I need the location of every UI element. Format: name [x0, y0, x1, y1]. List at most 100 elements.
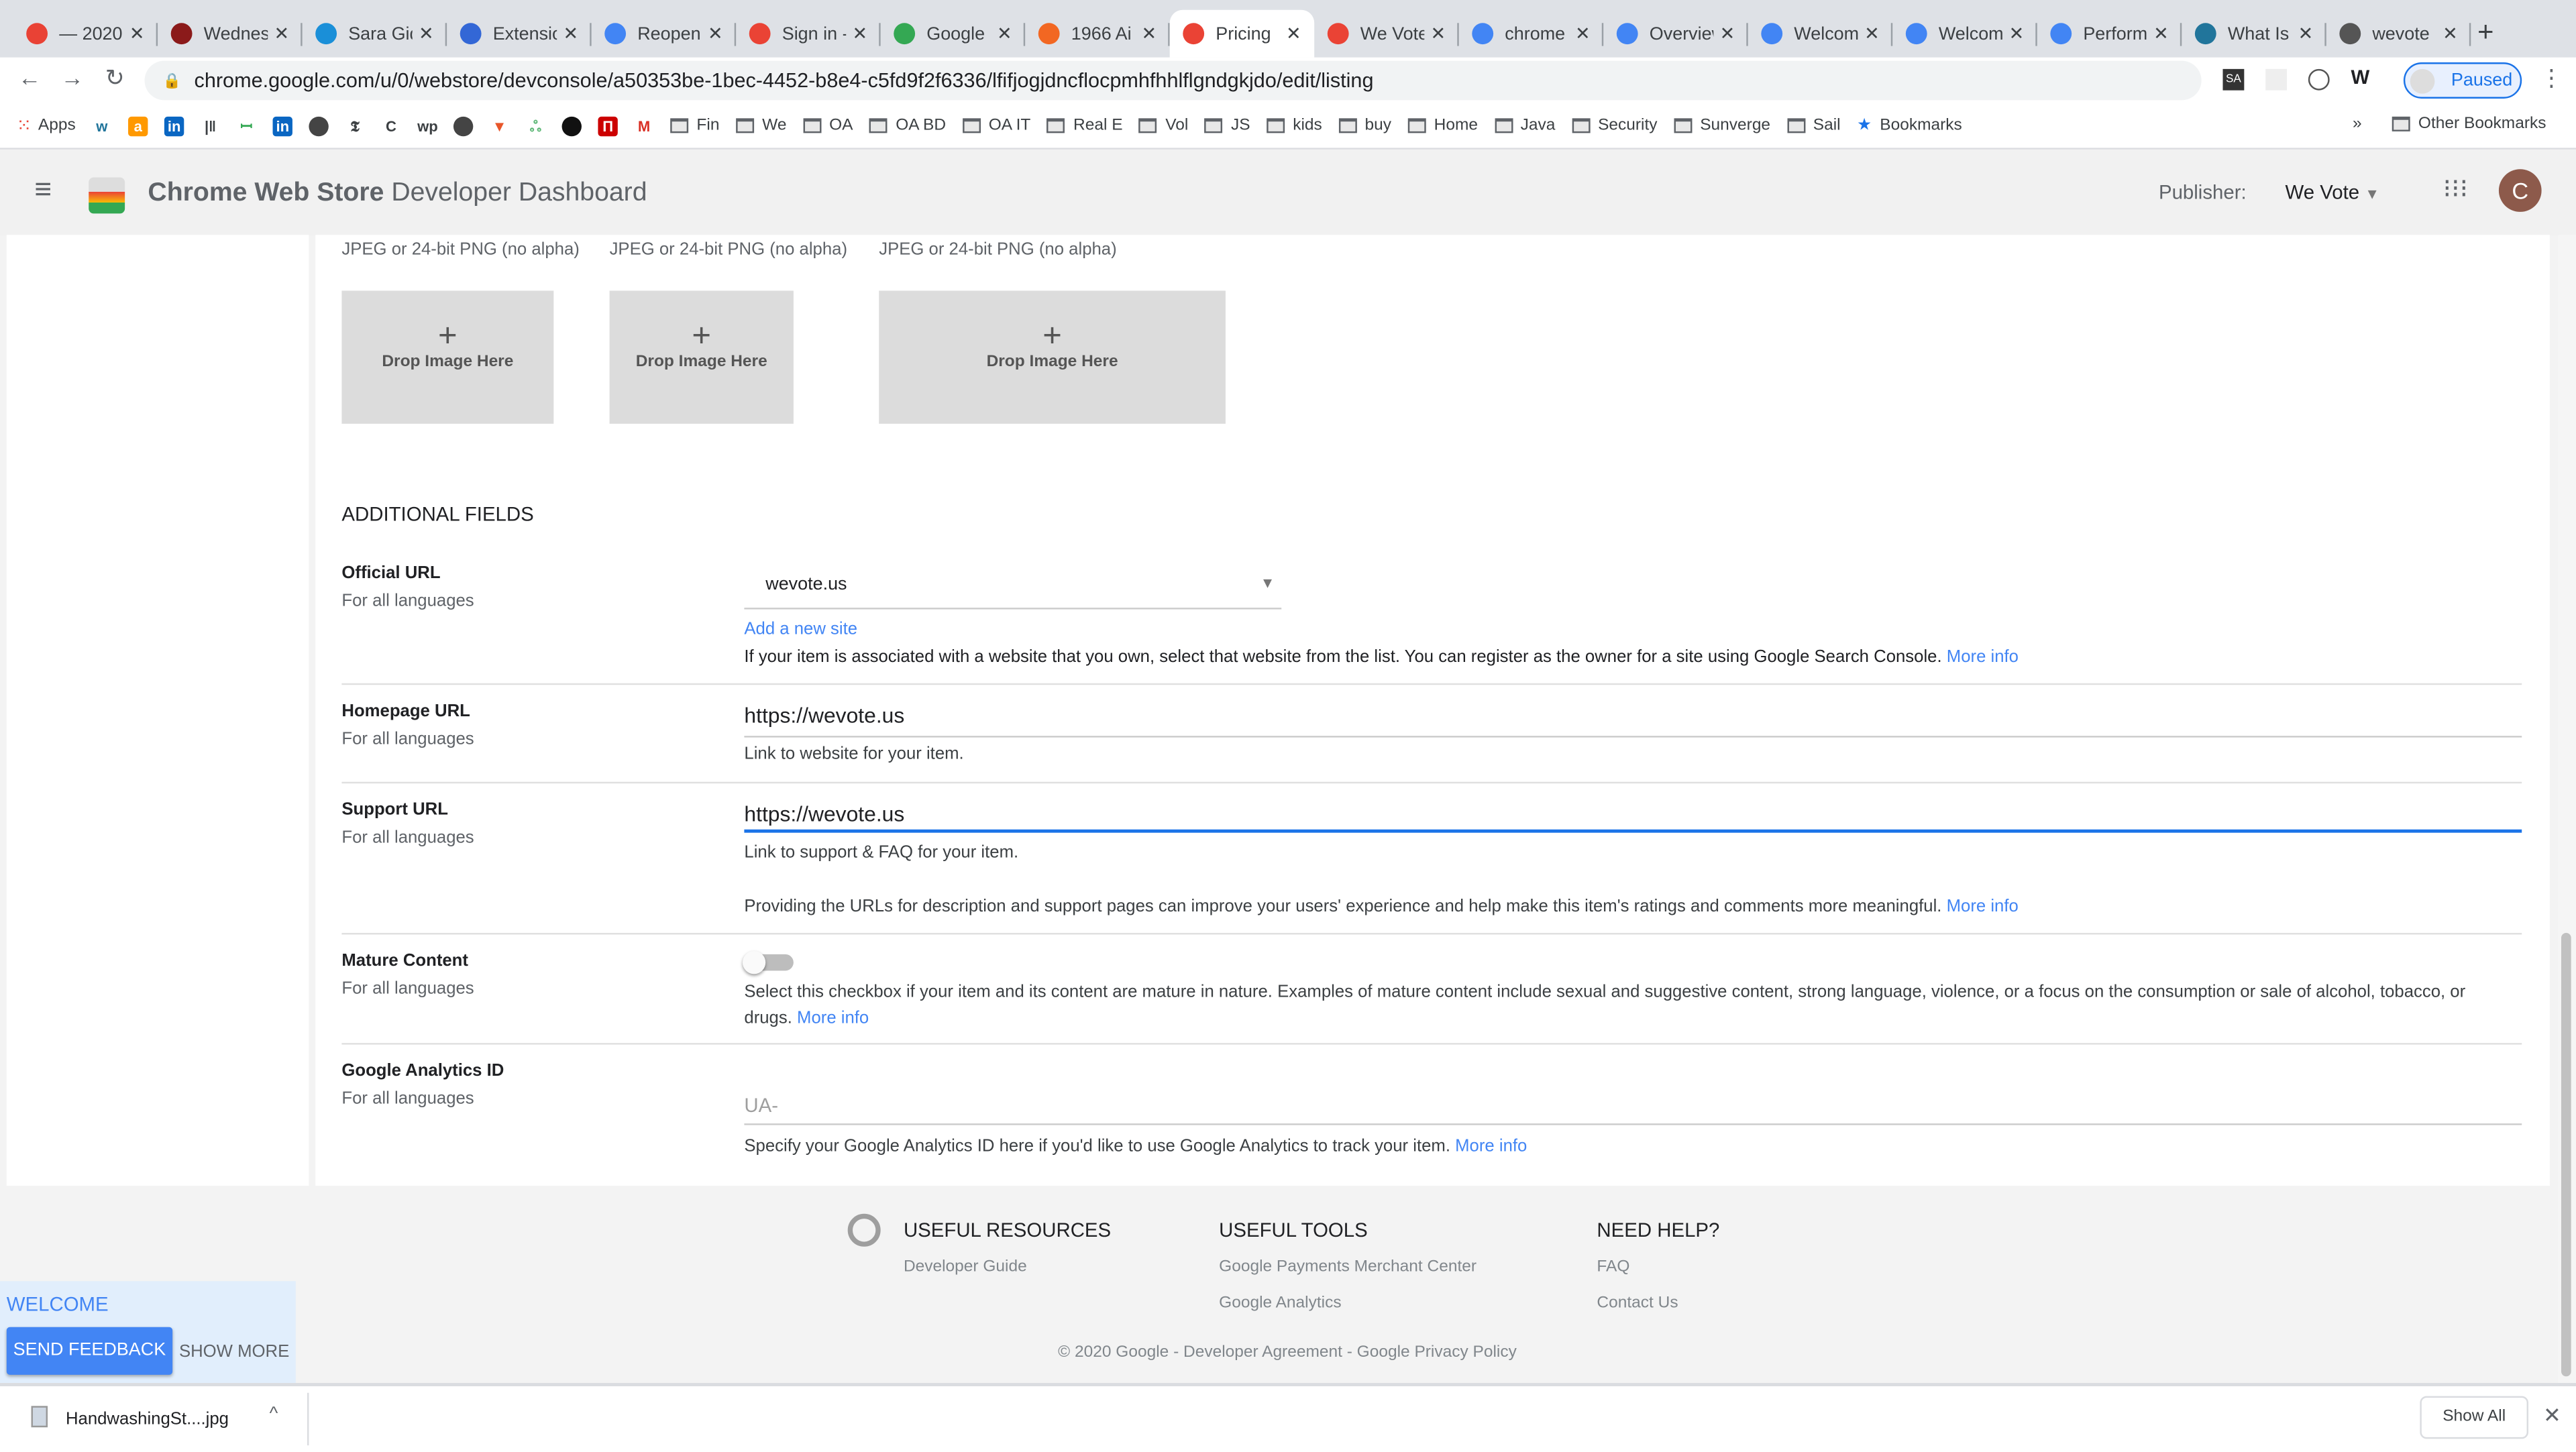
close-tab-icon[interactable]: ✕: [1864, 23, 1880, 44]
close-tab-icon[interactable]: ✕: [1142, 23, 1157, 44]
scrollbar-thumb[interactable]: [2561, 933, 2571, 1377]
tab[interactable]: 1966 Ai ✕: [1025, 10, 1170, 58]
close-tab-icon[interactable]: ✕: [2153, 23, 2169, 44]
linkedin-bookmark-icon[interactable]: in: [164, 115, 184, 136]
scrollbar[interactable]: [2558, 235, 2576, 1384]
close-tab-icon[interactable]: ✕: [563, 23, 578, 44]
bookmark-folder[interactable]: kids: [1267, 117, 1322, 135]
official-url-select[interactable]: wevote.us ▼: [744, 562, 1282, 610]
footer-link[interactable]: Google Analytics: [1219, 1294, 1341, 1313]
close-tab-icon[interactable]: ✕: [419, 23, 434, 44]
bookmark-folder[interactable]: OA BD: [869, 117, 946, 135]
chevron-up-icon[interactable]: ^: [270, 1404, 278, 1424]
more-info-link[interactable]: More info: [1947, 647, 2019, 667]
bookmark-folder[interactable]: Real E: [1046, 117, 1123, 135]
add-new-site-link[interactable]: Add a new site: [744, 619, 857, 638]
close-tab-icon[interactable]: ✕: [1720, 23, 1735, 44]
bookmarks-overflow-button[interactable]: »: [2353, 115, 2362, 133]
wapo-bookmark-icon[interactable]: wp: [417, 116, 438, 135]
more-info-link[interactable]: More info: [797, 1009, 869, 1028]
linkedin-bookmark-icon-2[interactable]: in: [272, 115, 292, 136]
tab[interactable]: Welcome ✕: [1892, 10, 2037, 58]
globe-bookmark-icon-2[interactable]: [453, 115, 474, 136]
amazon-bookmark-icon[interactable]: a: [128, 115, 148, 136]
footer-link[interactable]: FAQ: [1597, 1258, 1629, 1276]
tab[interactable]: Google ✕: [881, 10, 1026, 58]
bookmark-folder[interactable]: buy: [1338, 117, 1391, 135]
react-extension-icon[interactable]: [2265, 68, 2288, 91]
footer-link[interactable]: Developer Guide: [904, 1258, 1027, 1276]
bookmark-folder[interactable]: Java: [1494, 117, 1555, 135]
bars-bookmark-icon[interactable]: |‖: [201, 116, 220, 135]
tab[interactable]: Performance ✕: [2037, 10, 2182, 58]
menu-icon[interactable]: ⋮: [2540, 64, 2563, 93]
close-tab-icon[interactable]: ✕: [274, 23, 289, 44]
bookmark-folder[interactable]: Fin: [670, 117, 719, 135]
tab[interactable]: Wednesday ✕: [158, 10, 303, 58]
apps-grid-icon[interactable]: ⁝⁝⁝: [2443, 172, 2468, 205]
bookmark-folder[interactable]: Security: [1571, 117, 1658, 135]
analytics-id-input[interactable]: UA-: [744, 1087, 2522, 1125]
nyt-bookmark-icon[interactable]: 𝕿: [345, 116, 364, 135]
footer-link[interactable]: Google Payments Merchant Center: [1219, 1258, 1477, 1276]
close-tab-icon[interactable]: ✕: [997, 23, 1012, 44]
close-tab-icon[interactable]: ✕: [2298, 23, 2314, 44]
tab[interactable]: Sara Gideon ✕: [303, 10, 447, 58]
close-tab-icon[interactable]: ✕: [2443, 23, 2458, 44]
tab[interactable]: Overview ✕: [1603, 10, 1748, 58]
bike-bookmark-icon[interactable]: ஃ: [526, 116, 545, 135]
tab[interactable]: What Is ✕: [2182, 10, 2326, 58]
send-feedback-button[interactable]: SEND FEEDBACK: [6, 1327, 173, 1375]
close-tab-icon[interactable]: ✕: [1575, 23, 1591, 44]
show-all-button[interactable]: Show All: [2420, 1396, 2529, 1439]
sa-extension-icon[interactable]: SA: [2222, 68, 2245, 91]
image-drop-zone[interactable]: + Drop Image Here: [879, 290, 1226, 424]
json-extension-icon[interactable]: [2308, 68, 2330, 91]
address-bar[interactable]: 🔒 chrome.google.com/u/0/webstore/devcons…: [144, 60, 2202, 101]
url-text[interactable]: chrome.google.com/u/0/webstore/devconsol…: [195, 69, 1374, 92]
new-tab-button[interactable]: +: [2477, 16, 2493, 49]
tab[interactable]: chrome ✕: [1459, 10, 1604, 58]
close-tab-icon[interactable]: ✕: [1286, 23, 1301, 44]
gmail-bookmark-icon[interactable]: M: [634, 116, 653, 135]
bookmark-folder[interactable]: Sunverge: [1674, 117, 1770, 135]
reload-icon[interactable]: ↻: [105, 64, 125, 93]
support-url-input[interactable]: https://wevote.us: [744, 795, 2522, 833]
triangle-bookmark-icon[interactable]: ▼: [490, 116, 509, 135]
bookmark-folder[interactable]: Home: [1407, 117, 1478, 135]
bookmark-folder[interactable]: OA IT: [962, 117, 1030, 135]
globe-bookmark-icon[interactable]: [309, 115, 329, 136]
back-icon[interactable]: ←: [18, 64, 41, 91]
publisher-select[interactable]: We Vote ▼: [2286, 180, 2380, 203]
mature-content-toggle[interactable]: [742, 950, 794, 974]
green-bookmark-icon[interactable]: ꟷ: [237, 116, 256, 135]
close-tab-icon[interactable]: ✕: [2009, 23, 2025, 44]
red-bookmark-icon[interactable]: П: [598, 115, 618, 136]
image-drop-zone[interactable]: + Drop Image Here: [609, 290, 794, 424]
profile-button[interactable]: Paused: [2403, 62, 2522, 99]
account-avatar[interactable]: C: [2498, 169, 2542, 212]
bookmark-bookmarks[interactable]: ★ Bookmarks: [1857, 117, 1962, 135]
bookmark-folder[interactable]: Sail: [1786, 117, 1841, 135]
c-bookmark-icon[interactable]: C: [381, 116, 400, 135]
close-tab-icon[interactable]: ✕: [852, 23, 867, 44]
bookmark-apps[interactable]: ⁙ Apps: [16, 115, 75, 136]
hamburger-menu-icon[interactable]: ≡: [34, 172, 52, 207]
github-bookmark-icon[interactable]: [561, 115, 582, 136]
bookmark-folder[interactable]: JS: [1204, 117, 1250, 135]
tab[interactable]: Pricing ✕: [1169, 9, 1315, 58]
image-drop-zone[interactable]: + Drop Image Here: [341, 290, 554, 424]
tab[interactable]: — 2020 ✕: [13, 10, 158, 58]
bookmark-folder[interactable]: We: [735, 117, 786, 135]
close-tab-icon[interactable]: ✕: [708, 23, 723, 44]
close-tab-icon[interactable]: ✕: [1431, 23, 1446, 44]
tab[interactable]: We Vote ✕: [1314, 10, 1459, 58]
tab[interactable]: Reopen ✕: [592, 10, 737, 58]
wordpress-extension-icon[interactable]: W: [2351, 66, 2370, 89]
homepage-url-input[interactable]: https://wevote.us: [744, 696, 2522, 738]
bookmark-folder[interactable]: OA: [802, 117, 853, 135]
close-tab-icon[interactable]: ✕: [129, 23, 145, 44]
close-icon[interactable]: ✕: [2543, 1402, 2561, 1429]
more-info-link[interactable]: More info: [1947, 897, 2019, 916]
footer-link[interactable]: Contact Us: [1597, 1294, 1678, 1313]
